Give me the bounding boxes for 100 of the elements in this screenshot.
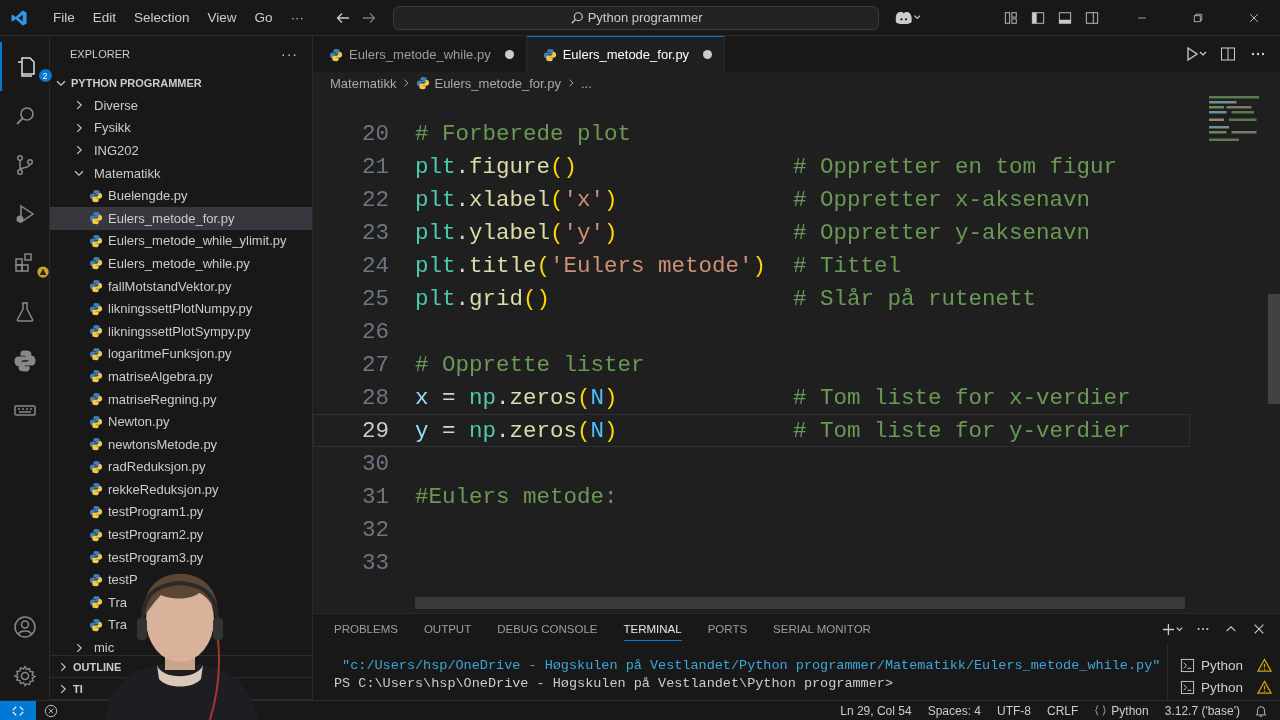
script-entry[interactable]: Eulers_metode_while.py bbox=[50, 252, 250, 275]
script-entry[interactable]: Eulers_metode_while_ylimit.py bbox=[50, 229, 287, 253]
line-ending-setting[interactable]: CRLF bbox=[1047, 703, 1079, 718]
close-icon[interactable] bbox=[1248, 11, 1260, 24]
code-line: plt.ylabel('y') # Oppretter y-aksenavn bbox=[415, 219, 1091, 246]
code-line: plt.figure() # Oppretter en tom figur bbox=[415, 153, 1118, 180]
python-file-icon bbox=[89, 459, 103, 474]
more-actions-button[interactable]: ··· bbox=[281, 46, 298, 62]
secondary-sidebar-icon[interactable] bbox=[1085, 10, 1099, 25]
script-entry[interactable]: likningssettPlotNumpy.py bbox=[50, 297, 253, 320]
python-file-icon bbox=[89, 392, 103, 406]
script-entry[interactable]: matriseAlgebra.py bbox=[50, 365, 213, 388]
command-search-field[interactable]: Python programmer bbox=[393, 5, 880, 30]
line-number: 24 bbox=[361, 252, 389, 279]
search-icon bbox=[569, 10, 584, 25]
account-icon[interactable] bbox=[12, 614, 37, 639]
line-number: 30 bbox=[361, 450, 389, 477]
encoding-setting[interactable]: UTF-8 bbox=[997, 703, 1031, 718]
settings-icon[interactable] bbox=[12, 663, 37, 688]
line-number: 25 bbox=[361, 285, 389, 312]
panel-tab[interactable]: PROBLEMS bbox=[334, 617, 398, 641]
sidebar-toggle-icon[interactable] bbox=[1031, 10, 1045, 25]
python-file-icon bbox=[89, 527, 103, 542]
code-line: #Eulers metode: bbox=[415, 483, 618, 510]
explorer-title: EXPLORER bbox=[70, 48, 130, 60]
script-entry[interactable]: Tra bbox=[50, 591, 128, 614]
line-number: 27 bbox=[361, 351, 389, 378]
panel-tab[interactable]: PORTS bbox=[707, 617, 748, 641]
script-entry[interactable]: Buelengde.py bbox=[50, 184, 188, 207]
folder-entry[interactable]: mic bbox=[50, 636, 115, 659]
run-icon[interactable] bbox=[1184, 46, 1208, 62]
cursor-position[interactable]: Ln 29, Col 54 bbox=[840, 703, 912, 718]
menu-item[interactable]: Edit bbox=[83, 10, 126, 25]
menu-item[interactable]: File bbox=[44, 10, 84, 25]
python-file-icon bbox=[89, 369, 103, 384]
panel-tab[interactable]: TERMINAL bbox=[623, 617, 682, 641]
script-entry[interactable]: likningssettPlotSympy.py bbox=[50, 319, 251, 343]
editor-tab[interactable]: Eulers_metode_for.py bbox=[526, 36, 726, 72]
remote-button[interactable] bbox=[0, 700, 36, 720]
error-icon[interactable] bbox=[44, 703, 58, 718]
menu-item[interactable]: ··· bbox=[281, 10, 314, 25]
line-number: 23 bbox=[361, 219, 389, 246]
workspace-root-item[interactable]: PYTHON PROGRAMMER bbox=[50, 72, 312, 94]
python-file-icon bbox=[89, 414, 103, 429]
python-icon[interactable] bbox=[12, 348, 37, 373]
script-entry[interactable]: testProgram2.py bbox=[50, 523, 204, 546]
line-number: 28 bbox=[361, 384, 389, 411]
script-entry[interactable]: Eulers_metode_for.py bbox=[50, 206, 312, 230]
horizontal-scrollbar-thumb[interactable] bbox=[415, 597, 1185, 609]
menu-item[interactable]: Selection bbox=[125, 10, 199, 25]
script-entry[interactable]: fallMotstandVektor.py bbox=[50, 274, 232, 298]
scrollbar-thumb[interactable] bbox=[1268, 294, 1280, 404]
script-entry[interactable]: testProgram3.py bbox=[50, 545, 204, 569]
layout-icon[interactable] bbox=[1004, 10, 1018, 25]
python-file-icon bbox=[89, 346, 103, 361]
plus-icon[interactable] bbox=[1162, 621, 1184, 637]
breadcrumb[interactable]: Eulers_metode_for.py bbox=[434, 75, 561, 91]
terminal-line: "c:/Users/hsp/OneDrive - Høgskulen på Vestlandet/Python programmer/Matematikk/Eulers_metode_while.py" bbox=[341, 658, 1161, 675]
panel-toggle-icon[interactable] bbox=[1058, 10, 1072, 25]
menu-item[interactable]: Go bbox=[245, 10, 282, 25]
section-header[interactable]: TI bbox=[56, 681, 83, 696]
section-header[interactable]: OUTLINE bbox=[56, 659, 122, 674]
bell-icon[interactable] bbox=[1254, 703, 1268, 718]
panel-tab[interactable]: SERIAL MONITOR bbox=[773, 617, 871, 641]
python-file-icon bbox=[89, 324, 103, 339]
panel-tab[interactable]: OUTPUT bbox=[423, 617, 472, 641]
folder-entry[interactable]: Fysikk bbox=[50, 116, 131, 140]
editor-tab[interactable]: Eulers_metode_while.py bbox=[313, 36, 527, 72]
terminal-item[interactable]: Python bbox=[1168, 654, 1280, 676]
script-entry[interactable]: Newton.py bbox=[50, 410, 170, 433]
breadcrumb[interactable]: ... bbox=[580, 75, 592, 91]
script-entry[interactable]: logaritmeFunksjon.py bbox=[50, 342, 232, 366]
python-file-icon bbox=[89, 233, 103, 248]
indentation-setting[interactable]: Spaces: 4 bbox=[927, 703, 981, 718]
breadcrumb[interactable]: Matematikk bbox=[330, 75, 397, 91]
menu-item[interactable]: View bbox=[198, 10, 246, 25]
script-entry[interactable]: matriseRegning.py bbox=[50, 387, 217, 411]
restore-icon[interactable] bbox=[1192, 11, 1204, 24]
interpreter-version[interactable]: 3.12.7 ('base') bbox=[1164, 703, 1240, 718]
script-entry[interactable]: testP bbox=[50, 568, 138, 592]
folder-entry[interactable]: ING202 bbox=[50, 139, 139, 162]
terminal-item[interactable]: Python bbox=[1168, 676, 1280, 698]
terminal-line: PS C:\Users\hsp\OneDrive - Høgskulen på Vestlandet\Python programmer> bbox=[334, 676, 893, 693]
folder-entry[interactable]: Diverse bbox=[50, 94, 139, 117]
terminal-icon bbox=[1180, 657, 1195, 673]
app-logo-icon[interactable] bbox=[10, 8, 28, 27]
close-icon[interactable] bbox=[1252, 622, 1266, 636]
python-file-icon bbox=[416, 76, 431, 90]
line-number: 33 bbox=[361, 549, 389, 576]
script-entry[interactable]: Tra bbox=[50, 613, 128, 637]
python-file-icon bbox=[89, 279, 103, 294]
language-mode[interactable]: Python bbox=[1094, 703, 1149, 718]
script-entry[interactable]: newtonsMetode.py bbox=[50, 432, 218, 456]
script-entry[interactable]: rekkeReduksjon.py bbox=[50, 478, 219, 501]
panel-tab[interactable]: DEBUG CONSOLE bbox=[497, 617, 598, 641]
code-line: x = np.zeros(N) # Tom liste for x-verdier bbox=[415, 384, 1131, 411]
script-entry[interactable]: testProgram1.py bbox=[50, 500, 204, 524]
folder-entry[interactable]: Matematikk bbox=[50, 161, 161, 185]
script-entry[interactable]: radReduksjon.py bbox=[50, 455, 206, 479]
split-editor-icon[interactable] bbox=[1220, 46, 1236, 62]
